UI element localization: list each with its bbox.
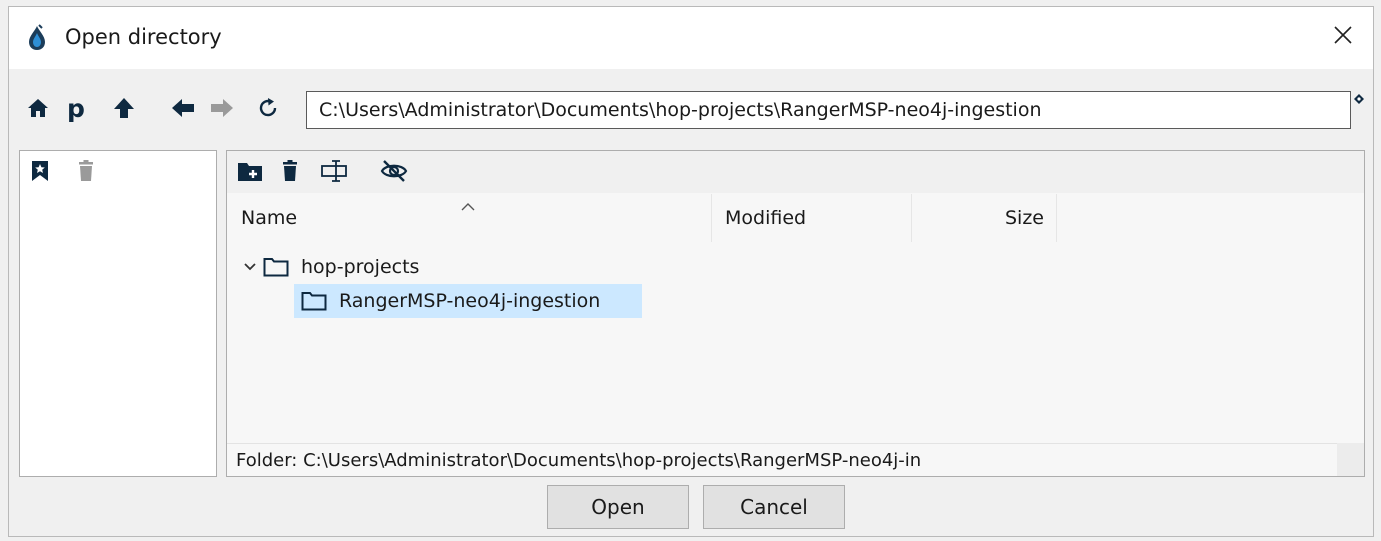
- close-icon: [1333, 25, 1353, 49]
- parent-folder-button[interactable]: [110, 96, 138, 124]
- path-input[interactable]: [306, 91, 1351, 129]
- chevron-down-icon[interactable]: [239, 263, 261, 271]
- bookmarks-panel: [19, 150, 217, 477]
- diamond-marker-icon: [1353, 90, 1365, 109]
- arrow-up-icon: [113, 97, 135, 123]
- eye-slash-icon: [380, 159, 408, 187]
- rename-icon: [321, 159, 349, 187]
- tree-item-label: hop-projects: [301, 256, 420, 278]
- refresh-button[interactable]: [254, 96, 282, 124]
- delete-file-button[interactable]: [279, 160, 301, 186]
- add-bookmark-button[interactable]: [28, 161, 52, 185]
- dialog-title: Open directory: [65, 25, 222, 49]
- hop-droplet-icon: [25, 24, 49, 52]
- new-folder-button[interactable]: [236, 160, 264, 186]
- open-button[interactable]: Open: [547, 485, 689, 529]
- folder-icon: [263, 257, 289, 277]
- tree-item-rangermsp-neo4j-ingestion[interactable]: RangerMSP-neo4j-ingestion: [294, 284, 642, 318]
- folder-status-bar: Folder: C:\Users\Administrator\Documents…: [227, 443, 1337, 476]
- folder-status-text: Folder: C:\Users\Administrator\Documents…: [236, 449, 922, 471]
- tree-item-hop-projects[interactable]: hop-projects: [239, 250, 429, 284]
- forward-button[interactable]: [208, 96, 236, 124]
- trash-icon: [78, 160, 94, 186]
- files-panel: Name Modified Size hop-projects RangerMS…: [226, 150, 1365, 477]
- tree-item-label: RangerMSP-neo4j-ingestion: [339, 290, 601, 312]
- column-header-row: Name Modified Size: [227, 194, 1364, 242]
- home-icon: [27, 97, 49, 123]
- cancel-button[interactable]: Cancel: [703, 485, 845, 529]
- open-directory-dialog: Open directory p C:\Users\Administrator\…: [8, 6, 1374, 537]
- files-toolbar: [227, 151, 1364, 193]
- bookmark-icon: [31, 160, 49, 186]
- trash-icon: [282, 160, 298, 186]
- column-header-modified[interactable]: Modified: [725, 194, 911, 242]
- rename-button[interactable]: [320, 160, 350, 186]
- project-label: p: [67, 93, 85, 123]
- new-folder-icon: [237, 160, 263, 186]
- folder-icon: [301, 291, 327, 311]
- home-button[interactable]: [24, 96, 52, 124]
- column-header-name[interactable]: Name: [241, 194, 711, 242]
- delete-bookmark-button[interactable]: [74, 160, 98, 186]
- refresh-icon: [257, 97, 279, 123]
- back-button[interactable]: [169, 96, 197, 124]
- close-button[interactable]: [1317, 13, 1369, 61]
- project-button[interactable]: p: [62, 93, 90, 123]
- toggle-hidden-button[interactable]: [379, 160, 409, 186]
- column-header-size[interactable]: Size: [912, 194, 1044, 242]
- arrow-right-icon: [210, 98, 234, 122]
- arrow-left-icon: [171, 98, 195, 122]
- title-bar: Open directory: [9, 7, 1373, 69]
